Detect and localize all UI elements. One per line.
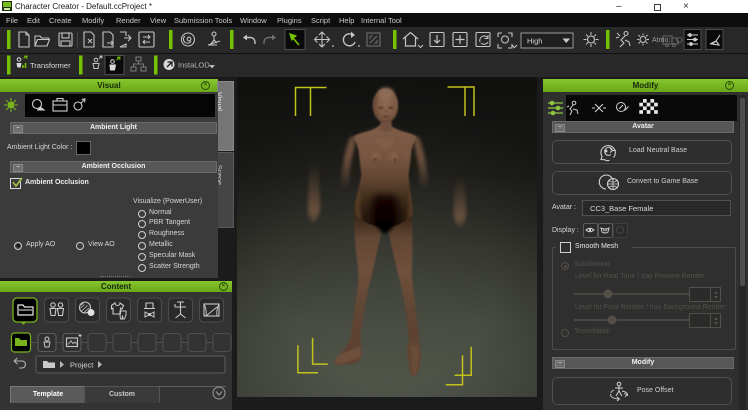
svg-text:Transformer: Transformer: [30, 61, 71, 70]
svg-text:Project: Project: [70, 361, 94, 370]
svg-text:Atmo:: Atmo:: [652, 37, 670, 44]
svg-text:InstaLOD: InstaLOD: [178, 61, 210, 70]
svg-text:High: High: [527, 37, 542, 46]
